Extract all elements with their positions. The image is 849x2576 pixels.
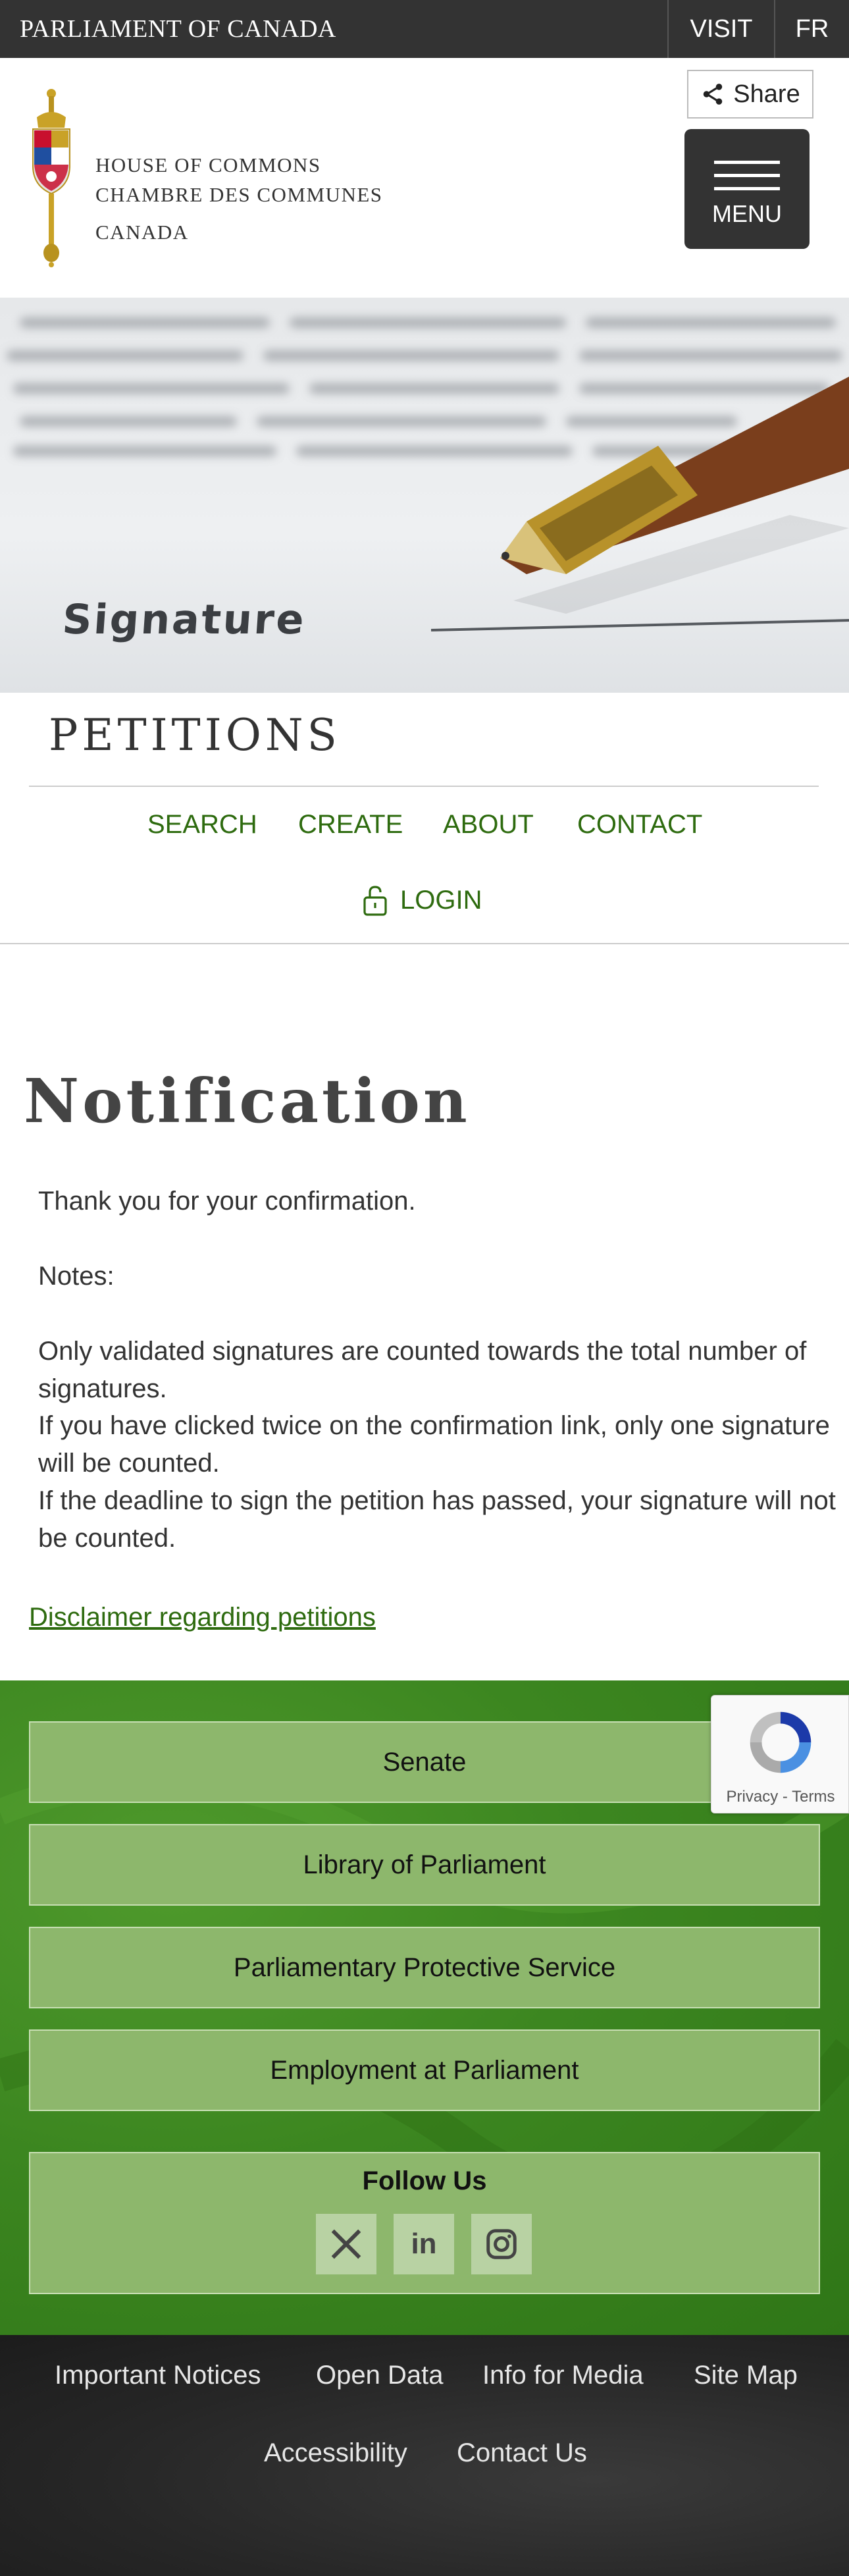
- employment-button[interactable]: Employment at Parliament: [29, 2029, 820, 2111]
- login-label: LOGIN: [400, 885, 482, 915]
- menu-label: MENU: [712, 200, 782, 227]
- disclaimer-link[interactable]: Disclaimer regarding petitions: [29, 1603, 376, 1632]
- notes-label: Notes:: [38, 1262, 115, 1291]
- note-item: If the deadline to sign the petition has…: [38, 1486, 836, 1553]
- instagram-icon[interactable]: [471, 2214, 532, 2274]
- page-title: Notification: [24, 1065, 471, 1137]
- menu-button[interactable]: MENU: [684, 129, 810, 249]
- note-item: If you have clicked twice on the confirm…: [38, 1411, 830, 1478]
- recaptcha-icon: [750, 1711, 811, 1773]
- parliament-brand-link[interactable]: PARLIAMENT OF CANADA: [20, 14, 336, 43]
- petitions-title[interactable]: PETITIONS: [49, 710, 341, 761]
- login-link[interactable]: LOGIN: [362, 884, 482, 916]
- divider: [0, 943, 849, 944]
- protective-service-button[interactable]: Parliamentary Protective Service: [29, 1927, 820, 2008]
- footer-link-contact-us[interactable]: Contact Us: [457, 2438, 587, 2468]
- divider: [29, 786, 819, 787]
- x-icon[interactable]: [316, 2214, 376, 2274]
- footer-link-important-notices[interactable]: Important Notices: [55, 2361, 261, 2390]
- hamburger-icon: [714, 161, 780, 200]
- hero-signature-image: Signature: [0, 298, 849, 693]
- senate-button[interactable]: Senate: [29, 1721, 820, 1803]
- share-label: Share: [733, 80, 800, 108]
- top-bar: PARLIAMENT OF CANADA VISIT FR: [0, 0, 849, 58]
- coat-of-arms-icon[interactable]: [18, 87, 84, 268]
- footer-link-site-map[interactable]: Site Map: [694, 2361, 798, 2390]
- nav-contact[interactable]: CONTACT: [577, 810, 702, 840]
- wordmark-line-2: CHAMBRE DES COMMUNES: [95, 183, 383, 206]
- recaptcha-links[interactable]: Privacy - Terms: [711, 1788, 849, 1806]
- visit-link[interactable]: VISIT: [667, 0, 774, 58]
- note-item: Only validated signatures are counted to…: [38, 1337, 807, 1403]
- house-of-commons-wordmark[interactable]: HOUSE OF COMMONS CHAMBRE DES COMMUNES CA…: [95, 150, 383, 247]
- library-of-parliament-button[interactable]: Library of Parliament: [29, 1824, 820, 1906]
- confirmation-text: Thank you for your confirmation.: [38, 1187, 416, 1216]
- footer-link-open-data[interactable]: Open Data: [316, 2361, 443, 2390]
- share-icon: [704, 84, 723, 105]
- footer-link-info-for-media[interactable]: Info for Media: [482, 2361, 644, 2390]
- footer-link-accessibility[interactable]: Accessibility: [264, 2438, 407, 2468]
- linkedin-icon[interactable]: in: [394, 2214, 454, 2274]
- recaptcha-badge[interactable]: Privacy - Terms: [711, 1695, 849, 1813]
- site-header: HOUSE OF COMMONS CHAMBRE DES COMMUNES CA…: [0, 58, 849, 298]
- follow-us-label: Follow Us: [362, 2166, 487, 2195]
- share-button[interactable]: Share: [687, 70, 813, 119]
- wordmark-line-3: CANADA: [95, 221, 189, 244]
- unlock-icon: [363, 886, 387, 916]
- wordmark-line-1: HOUSE OF COMMONS: [95, 153, 321, 176]
- follow-us-box: Follow Us in: [29, 2152, 820, 2294]
- language-toggle-fr[interactable]: FR: [774, 0, 849, 58]
- signature-text: Signature: [61, 595, 308, 643]
- nav-search[interactable]: SEARCH: [147, 810, 257, 840]
- nav-about[interactable]: ABOUT: [443, 810, 534, 840]
- nav-create[interactable]: CREATE: [298, 810, 403, 840]
